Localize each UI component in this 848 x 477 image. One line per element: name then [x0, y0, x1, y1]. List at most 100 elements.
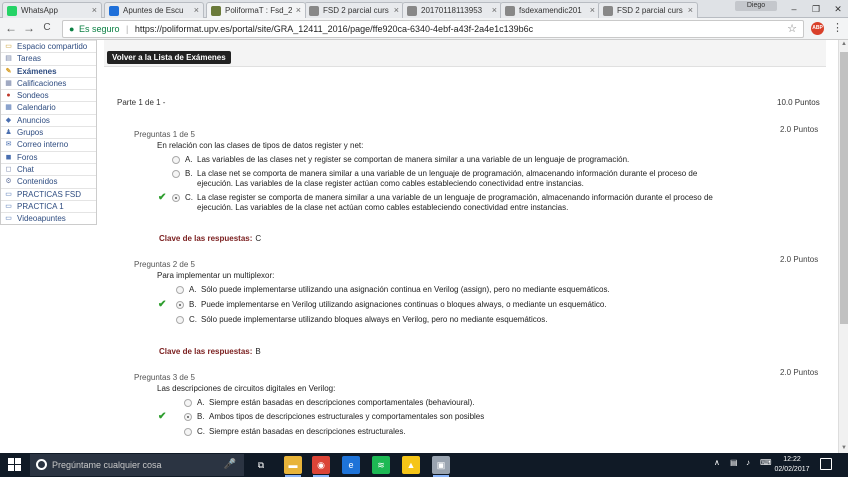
sidebar-item-label: Calendario	[17, 103, 56, 113]
sidebar-item-label: Espacio compartido	[17, 42, 88, 51]
groups-icon: ♟	[5, 129, 12, 137]
option-letter: C.	[185, 193, 193, 202]
answer-radio[interactable]	[172, 156, 180, 164]
profile-button[interactable]: Diego	[735, 1, 777, 11]
question-header: Preguntas 1 de 5	[134, 130, 195, 139]
browser-tab[interactable]: FSD 2 parcial curs ×	[598, 2, 698, 18]
sidebar-item[interactable]: ▭ PRACTICA 1	[1, 199, 96, 212]
tab-close-icon[interactable]: ×	[492, 5, 497, 15]
browser-tab[interactable]: WhatsApp ×	[2, 2, 102, 18]
tray-expand-icon[interactable]: ∧	[714, 458, 720, 467]
answer-key: Clave de las respuestas: B	[159, 347, 261, 356]
search-placeholder: Pregúntame cualquier cosa	[52, 460, 162, 470]
taskbar-search-box[interactable]: Pregúntame cualquier cosa 🎤	[30, 454, 244, 476]
keyboard-icon[interactable]: ⌨	[760, 458, 772, 467]
content-icon: ⚙	[5, 178, 12, 186]
scroll-thumb[interactable]	[840, 52, 848, 324]
action-center-icon[interactable]	[820, 458, 832, 470]
forward-button[interactable]: →	[22, 21, 36, 35]
sidebar-item[interactable]: ✉ Correo interno	[1, 138, 96, 150]
sidebar-item[interactable]: ⚙ Contenidos	[1, 175, 96, 187]
volume-icon[interactable]: ♪	[746, 458, 750, 467]
microphone-icon[interactable]: 🎤	[224, 454, 236, 476]
tab-close-icon[interactable]: ×	[92, 5, 97, 15]
sidebar-item[interactable]: ▦ Calificaciones	[1, 76, 96, 89]
option-letter: B.	[189, 300, 197, 309]
taskbar-clock[interactable]: 12:22 02/02/2017	[773, 455, 811, 475]
answer-key-value: B	[255, 347, 261, 356]
task-view-icon[interactable]: ⧉	[252, 456, 270, 474]
tab-close-icon[interactable]: ×	[394, 5, 399, 15]
sidebar-item[interactable]: ▭ PRACTICAS FSD	[1, 187, 96, 200]
close-window-button[interactable]: ✕	[824, 0, 848, 18]
pencil-icon: ✎	[5, 67, 12, 75]
back-to-exams-button[interactable]: Volver a la Lista de Exámenes	[107, 51, 231, 64]
video-icon: ▭	[5, 215, 12, 223]
web-content-icon: ▭	[5, 190, 12, 198]
answer-radio[interactable]	[184, 399, 192, 407]
question-points: 2.0 Puntos	[780, 368, 819, 377]
tab-close-icon[interactable]: ×	[296, 5, 301, 15]
scroll-up-icon[interactable]: ▲	[839, 40, 848, 49]
sidebar-item[interactable]: ▭ Videoapuntes	[1, 212, 96, 224]
browser-tab[interactable]: PoliformaT : Fsd_2 ×	[206, 2, 306, 18]
answer-radio[interactable]	[184, 413, 192, 421]
app-window-icon[interactable]: ▣	[432, 456, 450, 477]
sidebar-item[interactable]: ♟ Grupos	[1, 126, 96, 138]
sidebar-item[interactable]: ▭ Espacio compartido	[1, 40, 96, 52]
adblock-icon[interactable]: ABP	[811, 22, 824, 35]
network-icon[interactable]: ▤	[730, 458, 738, 467]
tab-label: WhatsApp	[21, 6, 58, 15]
url-separator: |	[126, 24, 129, 34]
question-text: En relación con las clases de tipos de d…	[157, 141, 364, 150]
back-button[interactable]: ←	[4, 21, 18, 35]
edge-icon[interactable]: e	[342, 456, 360, 474]
tab-favicon-icon	[407, 6, 417, 16]
sidebar-item[interactable]: ✎ Exámenes	[1, 64, 96, 77]
tab-close-icon[interactable]: ×	[194, 5, 199, 15]
tab-favicon-icon	[309, 6, 319, 16]
question-header: Preguntas 2 de 5	[134, 260, 195, 269]
secure-label: Es seguro	[78, 24, 120, 34]
tab-label: 20170118113953	[421, 6, 483, 15]
browser-tab-strip: WhatsApp × Apuntes de Escu × PoliformaT : Fs…	[0, 0, 848, 18]
sidebar-item[interactable]: ◆ Anuncios	[1, 113, 96, 126]
option-text: Siempre están basadas en descripciones e…	[209, 427, 406, 436]
bookmark-star-icon[interactable]: ☆	[787, 21, 797, 37]
browser-menu-icon[interactable]: ⋮	[832, 21, 843, 34]
answer-radio[interactable]	[176, 316, 184, 324]
answer-radio[interactable]	[184, 428, 192, 436]
browser-tab[interactable]: 20170118113953 ×	[402, 2, 502, 18]
sidebar-item[interactable]: ◼ Foros	[1, 150, 96, 163]
tab-close-icon[interactable]: ×	[590, 5, 595, 15]
spotify-icon[interactable]: ≋	[372, 456, 390, 474]
page-content: ▭ Espacio compartido ▤ Tareas ✎ Exámenes ▦ Cali…	[0, 40, 838, 453]
part-points: 10.0 Puntos	[777, 98, 820, 107]
question-points: 2.0 Puntos	[780, 125, 819, 134]
sidebar-item[interactable]: ● Sondeos	[1, 89, 96, 101]
browser-tab[interactable]: fsdexamendic201 ×	[500, 2, 600, 18]
answer-radio[interactable]	[172, 170, 180, 178]
tab-close-icon[interactable]: ×	[688, 5, 693, 15]
sidebar-item[interactable]: ◻ Chat	[1, 162, 96, 175]
windows-start-icon[interactable]	[8, 458, 22, 472]
sidebar-item[interactable]: ▦ Calendario	[1, 101, 96, 113]
answer-radio[interactable]	[176, 286, 184, 294]
url-field[interactable]: ● Es seguro | https://poliformat.upv.es/…	[62, 20, 804, 38]
chat-icon: ◻	[5, 165, 12, 173]
sidebar-item-label: Chat	[17, 164, 34, 174]
clock-time: 12:22	[783, 456, 801, 463]
vertical-scrollbar[interactable]: ▲ ▼	[838, 40, 848, 453]
chrome-icon[interactable]: ◉	[312, 456, 330, 477]
answer-radio[interactable]	[172, 194, 180, 202]
browser-tab[interactable]: FSD 2 parcial curs ×	[304, 2, 404, 18]
sidebar-item-label: Calificaciones	[17, 78, 67, 88]
file-explorer-icon[interactable]: ▬	[284, 456, 302, 477]
option-letter: C.	[197, 427, 205, 436]
answer-radio[interactable]	[176, 301, 184, 309]
scroll-down-icon[interactable]: ▼	[839, 444, 848, 453]
sidebar-item[interactable]: ▤ Tareas	[1, 52, 96, 64]
norton-icon[interactable]: ▲	[402, 456, 420, 474]
browser-tab[interactable]: Apuntes de Escu ×	[104, 2, 204, 18]
reload-button[interactable]: C	[40, 22, 54, 33]
